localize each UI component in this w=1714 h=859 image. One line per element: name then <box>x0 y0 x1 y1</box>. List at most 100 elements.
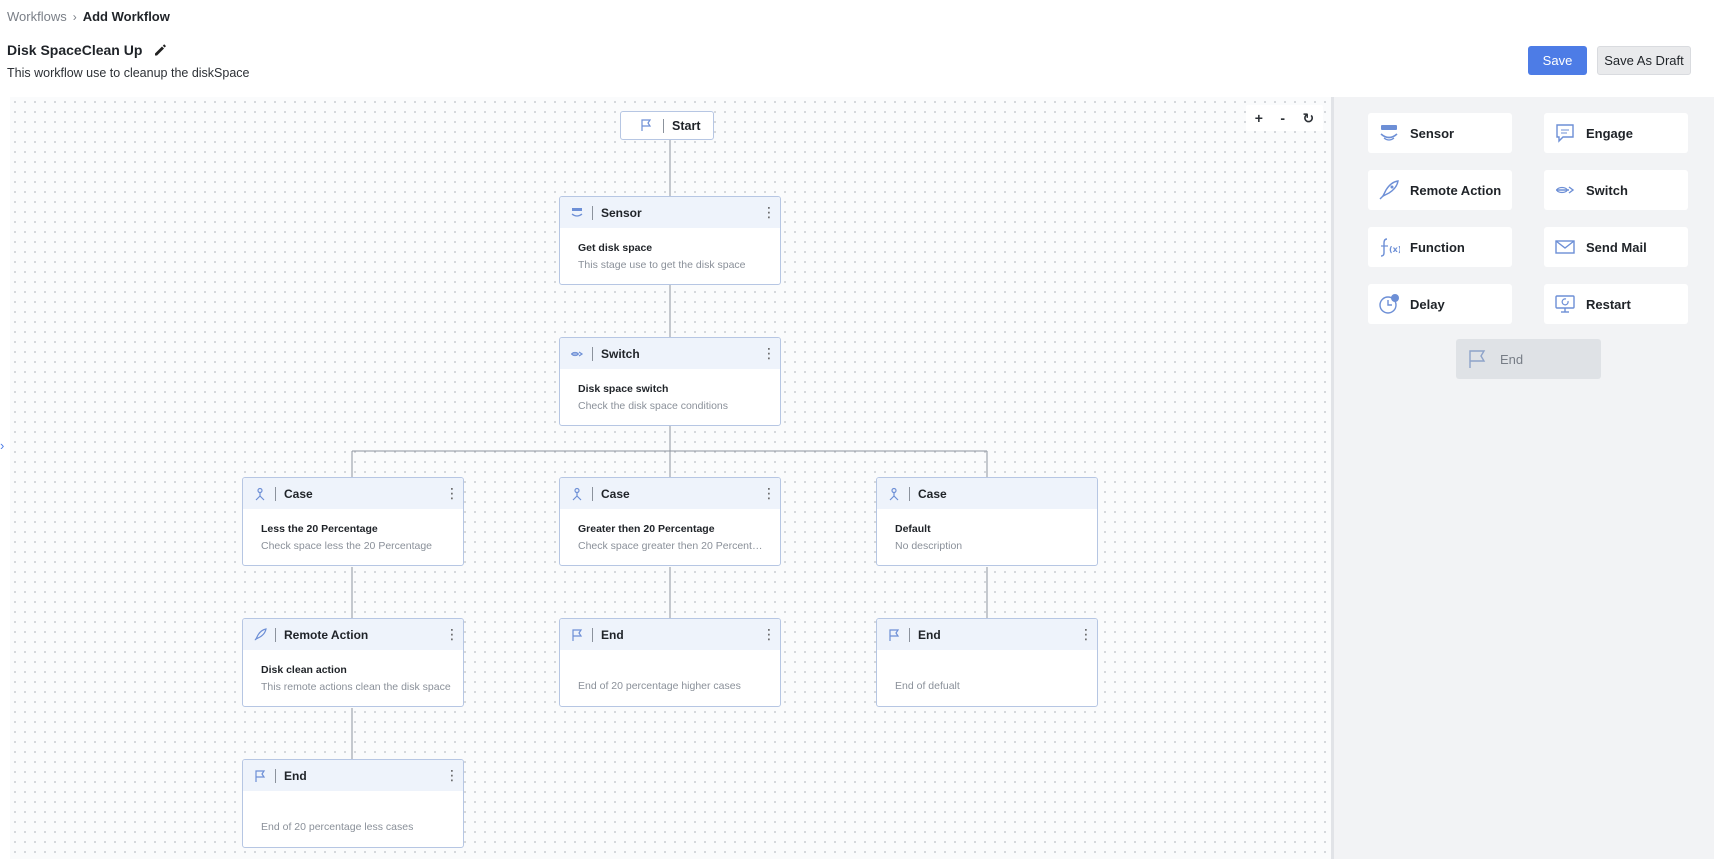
separator <box>275 627 276 642</box>
zoom-in-button[interactable]: + <box>1255 110 1263 126</box>
flag-icon <box>887 628 901 642</box>
zoom-out-button[interactable]: - <box>1280 110 1285 126</box>
title-row: Disk SpaceClean Up <box>7 42 168 58</box>
palette-item-label: Function <box>1410 239 1465 255</box>
node-header: Sensor ⋮ <box>560 197 780 228</box>
mail-icon <box>1554 236 1576 258</box>
palette-item-remote-action[interactable]: Remote Action <box>1368 170 1512 210</box>
more-options-icon[interactable]: ⋮ <box>445 485 459 502</box>
node-title: Less the 20 Percentage <box>261 523 378 535</box>
node-description: Check space greater then 20 Percentage <box>578 540 768 552</box>
save-as-draft-button[interactable]: Save As Draft <box>1597 46 1691 75</box>
palette-item-switch[interactable]: Switch <box>1544 170 1688 210</box>
more-options-icon[interactable]: ⋮ <box>445 767 459 784</box>
expand-panel-toggle[interactable]: › <box>0 438 10 462</box>
palette-item-restart[interactable]: Restart <box>1544 284 1688 324</box>
node-switch[interactable]: Switch ⋮ Disk space switch Check the dis… <box>559 337 781 426</box>
separator <box>592 486 593 501</box>
flag-icon <box>253 769 267 783</box>
restart-icon <box>1554 293 1576 315</box>
separator <box>275 768 276 783</box>
node-end-higher[interactable]: End ⋮ End of 20 percentage higher cases <box>559 618 781 707</box>
sensor-icon <box>1378 122 1400 144</box>
separator <box>275 486 276 501</box>
more-options-icon[interactable]: ⋮ <box>762 485 776 502</box>
svg-text:(x): (x) <box>1389 245 1400 254</box>
node-title: Get disk space <box>578 242 653 254</box>
node-case-greater-20[interactable]: Case ⋮ Greater then 20 Percentage Check … <box>559 477 781 566</box>
node-header: Case ⋮ <box>243 478 463 509</box>
separator <box>909 627 910 642</box>
start-label: Start <box>672 118 701 133</box>
node-type-label: Case <box>918 486 947 501</box>
separator <box>592 205 593 220</box>
breadcrumb-current: Add Workflow <box>82 9 170 24</box>
node-title: Greater then 20 Percentage <box>578 523 715 535</box>
node-end-default[interactable]: End ⋮ End of defualt <box>876 618 1098 707</box>
node-header: End ⋮ <box>877 619 1097 650</box>
palette-item-delay[interactable]: Delay <box>1368 284 1512 324</box>
node-description: End of 20 percentage higher cases <box>578 680 741 692</box>
palette-item-label: End <box>1500 351 1524 367</box>
breadcrumb: Workflows › Add Workflow <box>7 9 170 24</box>
palette-item-send-mail[interactable]: Send Mail <box>1544 227 1688 267</box>
more-options-icon[interactable]: ⋮ <box>762 345 776 362</box>
chevron-right-icon: › <box>72 9 77 24</box>
case-icon <box>253 487 267 501</box>
switch-icon <box>1554 179 1576 201</box>
more-options-icon[interactable]: ⋮ <box>1079 626 1093 643</box>
node-type-label: Switch <box>601 346 640 361</box>
save-button[interactable]: Save <box>1528 46 1587 75</box>
node-description: End of 20 percentage less cases <box>261 821 414 833</box>
reset-zoom-icon[interactable]: ↻ <box>1303 110 1315 127</box>
separator <box>909 486 910 501</box>
node-header: Remote Action ⋮ <box>243 619 463 650</box>
more-options-icon[interactable]: ⋮ <box>762 626 776 643</box>
case-icon <box>570 487 584 501</box>
node-description: End of defualt <box>895 680 960 692</box>
pencil-icon[interactable] <box>152 42 168 58</box>
switch-icon <box>570 347 584 361</box>
separator <box>663 118 664 133</box>
breadcrumb-workflows-link[interactable]: Workflows <box>7 9 67 24</box>
chat-icon <box>1554 122 1576 144</box>
palette-item-engage[interactable]: Engage <box>1544 113 1688 153</box>
more-options-icon[interactable]: ⋮ <box>445 626 459 643</box>
node-description: Check space less the 20 Percentage <box>261 540 433 552</box>
node-description: This remote actions clean the disk space <box>261 681 451 693</box>
node-type-label: End <box>284 768 307 783</box>
node-type-label: Sensor <box>601 205 642 220</box>
rocket-icon <box>253 627 267 642</box>
palette-item-label: Engage <box>1586 125 1633 141</box>
node-description: No description <box>895 540 963 552</box>
node-description: This stage use to get the disk space <box>578 259 746 271</box>
node-remote-action[interactable]: Remote Action ⋮ Disk clean action This r… <box>242 618 464 707</box>
more-options-icon[interactable]: ⋮ <box>762 204 776 221</box>
clock-icon <box>1378 293 1400 315</box>
node-end-less[interactable]: End ⋮ End of 20 percentage less cases <box>242 759 464 848</box>
node-title: Disk space switch <box>578 383 669 395</box>
start-node[interactable]: Start <box>620 111 714 140</box>
workflow-description: This workflow use to cleanup the diskSpa… <box>7 66 250 80</box>
node-sensor[interactable]: Sensor ⋮ Get disk space This stage use t… <box>559 196 781 285</box>
node-case-default[interactable]: Case Default No description <box>876 477 1098 566</box>
palette-item-label: Delay <box>1410 296 1445 312</box>
separator <box>592 627 593 642</box>
node-type-label: Case <box>284 486 313 501</box>
function-icon: (x) <box>1378 236 1401 258</box>
node-title: Default <box>895 523 931 535</box>
node-title: Disk clean action <box>261 664 347 676</box>
palette-item-label: Sensor <box>1410 125 1455 141</box>
palette-item-function[interactable]: (x) Function <box>1368 227 1512 267</box>
palette-item-end[interactable]: End <box>1456 339 1601 379</box>
case-icon <box>887 487 901 501</box>
node-header: End ⋮ <box>243 760 463 791</box>
node-type-label: End <box>918 627 941 642</box>
palette-item-label: Restart <box>1586 296 1631 312</box>
node-palette-panel <box>1334 97 1714 859</box>
node-case-less-20[interactable]: Case ⋮ Less the 20 Percentage Check spac… <box>242 477 464 566</box>
zoom-controls: + - ↻ <box>1246 105 1323 131</box>
palette-item-label: Remote Action <box>1410 182 1502 198</box>
node-description: Check the disk space conditions <box>578 400 728 412</box>
palette-item-sensor[interactable]: Sensor <box>1368 113 1512 153</box>
